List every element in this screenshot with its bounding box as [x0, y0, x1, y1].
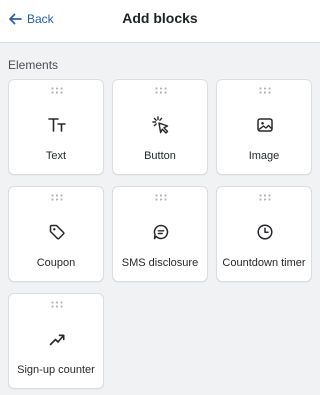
block-card-sign-up-counter[interactable]: Sign-up counter [8, 293, 104, 389]
block-label: Countdown timer [222, 257, 306, 269]
drag-handle-icon [51, 87, 63, 94]
block-card-sms-disclosure[interactable]: SMS disclosure [112, 186, 208, 282]
block-label: Coupon [36, 257, 76, 269]
block-card-countdown-timer[interactable]: Countdown timer [216, 186, 312, 282]
drag-handle-icon [259, 87, 271, 94]
image-icon [257, 118, 273, 132]
page-title: Add blocks [122, 10, 198, 26]
block-card-coupon[interactable]: Coupon [8, 186, 104, 282]
drag-handle-icon [259, 194, 271, 201]
block-card-image[interactable]: Image [216, 79, 312, 175]
header: Back Add blocks [0, 0, 320, 43]
block-label: Sign-up counter [17, 364, 95, 376]
drag-handle-icon [155, 194, 167, 201]
block-card-text[interactable]: Text [8, 79, 104, 175]
drag-handle-icon [51, 301, 63, 308]
block-label: Button [144, 150, 176, 162]
clock-icon [257, 224, 273, 240]
block-card-button[interactable]: Button [112, 79, 208, 175]
block-label: Text [45, 150, 67, 162]
trend-up-icon [49, 334, 65, 346]
section-label: Elements [8, 58, 59, 72]
drag-handle-icon [51, 194, 63, 201]
text-icon [48, 118, 66, 132]
drag-handle-icon [155, 87, 167, 94]
chat-bubble-icon [153, 224, 169, 240]
block-label: SMS disclosure [121, 257, 199, 269]
tag-icon [49, 224, 65, 240]
block-label: Image [248, 150, 280, 162]
cursor-click-icon [152, 116, 169, 134]
